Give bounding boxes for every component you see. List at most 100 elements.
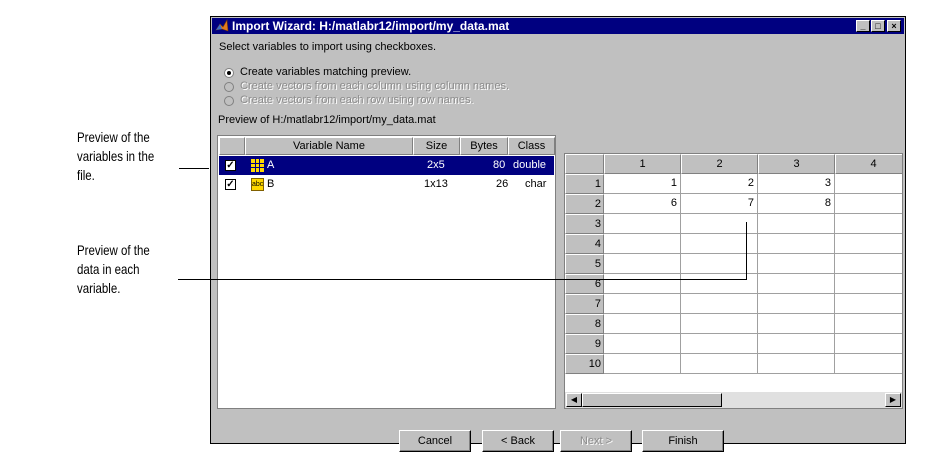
column-header-2[interactable]: 2: [681, 154, 758, 174]
grid-cell[interactable]: [758, 274, 835, 294]
grid-cell[interactable]: [835, 274, 902, 294]
grid-cell[interactable]: 8: [758, 194, 835, 214]
grid-cell[interactable]: [604, 354, 681, 374]
grid-cell[interactable]: 1: [604, 174, 681, 194]
grid-cell[interactable]: [758, 214, 835, 234]
row-header-4[interactable]: 4: [565, 234, 604, 254]
radio-create-variables[interactable]: [224, 68, 234, 78]
callout-variables-leader: [179, 168, 209, 169]
variable-size: 2x5: [427, 159, 445, 171]
grid-cell[interactable]: [604, 314, 681, 334]
column-header-1[interactable]: 1: [604, 154, 681, 174]
row-header-9[interactable]: 9: [565, 334, 604, 354]
grid-cell[interactable]: [604, 254, 681, 274]
option-label: Create variables matching preview.: [240, 66, 412, 78]
grid-cell[interactable]: [758, 294, 835, 314]
minimize-button[interactable]: _: [856, 20, 870, 32]
callout-line-2: variables in the: [77, 148, 155, 164]
back-button[interactable]: < Back: [482, 430, 554, 452]
variable-checkbox[interactable]: ✓: [225, 160, 236, 171]
variable-row-a[interactable]: ✓ A 2x5 80 double: [219, 156, 554, 175]
finish-button[interactable]: Finish: [642, 430, 724, 452]
data-preview-grid: 1 2 3 4 1 1 2 3 2 6 7 8 3 4 5 6 7 8 9 10 ◀ ▶: [564, 153, 903, 409]
grid-cell[interactable]: [681, 334, 758, 354]
grid-cell[interactable]: [835, 354, 902, 374]
option-label: Create vectors from each row using row n…: [240, 94, 474, 106]
grid-cell[interactable]: [835, 234, 902, 254]
matlab-logo-icon: [215, 19, 229, 32]
char-icon: abc: [251, 178, 264, 191]
column-header-4[interactable]: 4: [835, 154, 902, 174]
grid-cell[interactable]: [758, 334, 835, 354]
scroll-thumb[interactable]: [582, 393, 722, 407]
row-header-3[interactable]: 3: [565, 214, 604, 234]
title-bar[interactable]: Import Wizard: H:/matlabr12/import/my_da…: [212, 18, 904, 34]
grid-cell[interactable]: [758, 254, 835, 274]
scroll-left-button[interactable]: ◀: [566, 393, 582, 407]
scroll-right-button[interactable]: ▶: [885, 393, 901, 407]
grid-cell[interactable]: [835, 174, 902, 194]
grid-corner: [565, 154, 604, 174]
callout-data-leader-v: [746, 222, 747, 280]
column-header-bytes[interactable]: Bytes: [460, 137, 508, 155]
grid-cell[interactable]: [835, 294, 902, 314]
import-wizard-window: Import Wizard: H:/matlabr12/import/my_da…: [210, 16, 906, 452]
cancel-button[interactable]: Cancel: [399, 430, 471, 452]
grid-cell[interactable]: [681, 354, 758, 374]
grid-cell[interactable]: [604, 294, 681, 314]
row-header-8[interactable]: 8: [565, 314, 604, 334]
variable-size: 1x13: [424, 178, 448, 190]
grid-cell[interactable]: [835, 194, 902, 214]
grid-cell[interactable]: [758, 234, 835, 254]
close-button[interactable]: ×: [887, 20, 901, 32]
grid-cell[interactable]: [681, 294, 758, 314]
variable-row-b[interactable]: ✓ abc B 1x13 26 char: [219, 175, 554, 194]
grid-cell[interactable]: 6: [604, 194, 681, 214]
row-header-1[interactable]: 1: [565, 174, 604, 194]
column-header-variable-name[interactable]: Variable Name: [245, 137, 413, 155]
matrix-icon: [251, 159, 264, 172]
variable-bytes: 80: [493, 159, 506, 171]
radio-vectors-rows: [224, 96, 234, 106]
grid-cell[interactable]: [681, 314, 758, 334]
grid-cell[interactable]: [835, 334, 902, 354]
horizontal-scrollbar[interactable]: ◀ ▶: [565, 392, 902, 408]
radio-vectors-columns: [224, 82, 234, 92]
callout-line-1: Preview of the: [77, 242, 150, 258]
callout-line-2: data in each: [77, 261, 140, 277]
grid-cell[interactable]: [835, 214, 902, 234]
window-title: Import Wizard: H:/matlabr12/import/my_da…: [232, 19, 510, 33]
grid-cell[interactable]: 7: [681, 194, 758, 214]
variable-bytes: 26: [496, 178, 509, 190]
column-header-size[interactable]: Size: [413, 137, 460, 155]
grid-cell[interactable]: [835, 314, 902, 334]
grid-cell[interactable]: [604, 214, 681, 234]
column-header-3[interactable]: 3: [758, 154, 835, 174]
grid-cell[interactable]: [604, 234, 681, 254]
grid-cell[interactable]: [758, 354, 835, 374]
variable-name: B: [267, 178, 275, 190]
grid-cell[interactable]: [758, 314, 835, 334]
grid-cell[interactable]: [604, 334, 681, 354]
maximize-button[interactable]: □: [871, 20, 885, 32]
preview-label: Preview of H:/matlabr12/import/my_data.m…: [218, 114, 436, 126]
grid-cell[interactable]: [604, 274, 681, 294]
grid-cell[interactable]: [835, 254, 902, 274]
grid-cell[interactable]: 2: [681, 174, 758, 194]
option-label: Create vectors from each column using co…: [240, 80, 510, 92]
callout-data-leader-h: [178, 279, 747, 280]
grid-cell[interactable]: 3: [758, 174, 835, 194]
row-header-6[interactable]: 6: [565, 274, 604, 294]
row-header-10[interactable]: 10: [565, 354, 604, 374]
column-header-checkbox: [219, 137, 245, 155]
row-header-5[interactable]: 5: [565, 254, 604, 274]
callout-line-1: Preview of the: [77, 129, 150, 145]
callout-line-3: file.: [77, 167, 95, 183]
column-header-class[interactable]: Class: [508, 137, 555, 155]
callout-line-3: variable.: [77, 280, 121, 296]
row-header-2[interactable]: 2: [565, 194, 604, 214]
variable-class: double: [513, 159, 547, 171]
row-header-7[interactable]: 7: [565, 294, 604, 314]
callout-data: Preview of the data in each variable.: [77, 241, 150, 298]
variable-checkbox[interactable]: ✓: [225, 179, 236, 190]
